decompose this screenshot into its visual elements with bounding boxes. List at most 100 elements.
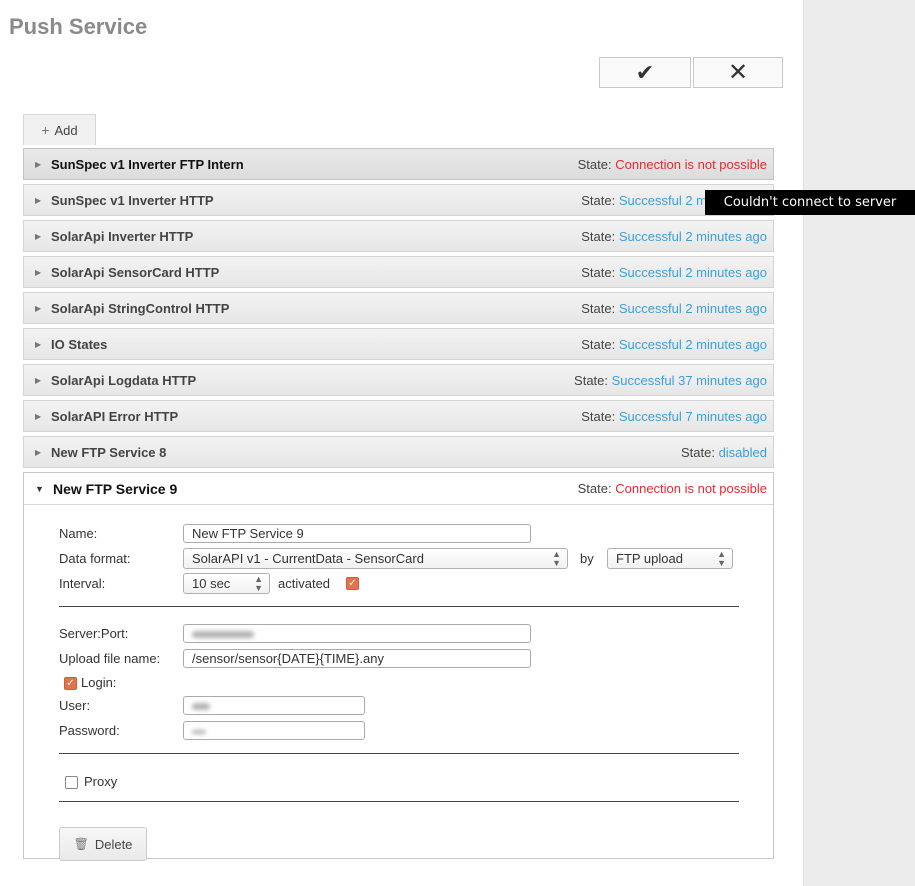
redacted-value <box>192 703 210 711</box>
expanded-service-panel: ▼ New FTP Service 9 State: Connection is… <box>23 472 774 861</box>
service-name: SunSpec v1 Inverter HTTP <box>51 192 214 208</box>
service-state: State: Successful 2 minutes ago <box>581 229 767 244</box>
add-button[interactable]: + Add <box>23 114 96 145</box>
triangle-right-icon: ▶ <box>35 231 42 241</box>
service-state: State: Successful 2 minutes ago <box>581 337 767 352</box>
state-value: Successful 7 minutes ago <box>618 408 767 424</box>
state-label: State: <box>577 156 612 172</box>
state-label: State: <box>680 444 715 460</box>
side-panel <box>803 0 915 886</box>
data-format-value: SolarAPI v1 - CurrentData - SensorCard <box>192 551 424 566</box>
user-input[interactable] <box>183 696 365 715</box>
state-value: Successful 2 minutes ago <box>618 228 767 244</box>
upload-file-name-label: Upload file name: <box>59 651 161 666</box>
service-row[interactable]: ▶ SolarApi Logdata HTTP State: Successfu… <box>23 364 774 396</box>
login-checkbox[interactable]: ✓ <box>64 677 77 690</box>
state-value: Successful 2 minutes ago <box>618 300 767 316</box>
state-value: Connection is not possible <box>615 481 767 496</box>
cancel-button[interactable]: ✕ <box>693 57 783 88</box>
service-name: New FTP Service 8 <box>51 444 167 460</box>
triangle-right-icon: ▶ <box>35 195 42 205</box>
state-label: State: <box>581 192 616 208</box>
proxy-checkbox[interactable] <box>65 776 78 789</box>
service-name: SolarApi StringControl HTTP <box>51 300 230 316</box>
data-format-label: Data format: <box>59 551 131 566</box>
divider <box>59 753 739 754</box>
state-label: State: <box>581 228 616 244</box>
state-label: State: <box>574 372 608 388</box>
state-label: State: <box>577 481 612 496</box>
state-value: Successful 37 minutes ago <box>611 372 767 388</box>
state-value: Connection is not possible <box>615 156 767 172</box>
state-label: State: <box>581 408 616 424</box>
password-label: Password: <box>59 723 120 738</box>
checkmark-icon: ✔ <box>635 59 655 85</box>
triangle-right-icon: ▶ <box>35 447 42 457</box>
interval-value: 10 sec <box>192 576 231 591</box>
service-row[interactable]: ▶ SolarAPI Error HTTP State: Successful … <box>23 400 774 432</box>
interval-label: Interval: <box>59 576 106 591</box>
page-title: Push Service <box>9 14 148 39</box>
interval-select[interactable]: 10 sec ▲ ▼ <box>183 573 270 594</box>
by-label: by <box>580 551 594 566</box>
spinner-arrows-icon: ▲ ▼ <box>254 574 263 593</box>
state-label: State: <box>581 336 616 352</box>
service-state: State: Connection is not possible <box>578 157 767 172</box>
service-name: SolarApi SensorCard HTTP <box>51 264 220 280</box>
triangle-right-icon: ▶ <box>35 159 42 169</box>
delete-button-label: Delete <box>94 836 133 852</box>
triangle-right-icon: ▶ <box>35 339 42 349</box>
divider <box>59 801 739 802</box>
service-name: SolarApi Inverter HTTP <box>51 228 194 244</box>
name-input[interactable]: New FTP Service 9 <box>183 524 531 543</box>
service-state: State: Successful 37 minutes ago <box>574 373 767 388</box>
state-value: disabled <box>718 444 767 460</box>
user-label: User: <box>59 698 91 713</box>
triangle-right-icon: ▶ <box>35 303 42 313</box>
service-state: State: Successful 2 minutes ago <box>581 265 767 280</box>
service-row[interactable]: ▶ New FTP Service 8 State: disabled <box>23 436 774 468</box>
service-row[interactable]: ▶ SolarApi StringControl HTTP State: Suc… <box>23 292 774 324</box>
confirm-button[interactable]: ✔ <box>599 57 691 88</box>
service-list: ▶ SunSpec v1 Inverter FTP Intern State: … <box>23 148 774 861</box>
service-name: New FTP Service 9 <box>53 480 178 497</box>
service-state: State: Successful 7 minutes ago <box>581 409 767 424</box>
service-name: SolarAPI Error HTTP <box>51 408 179 424</box>
redacted-value <box>192 729 206 734</box>
activated-label: activated <box>278 576 331 591</box>
server-port-input[interactable] <box>183 624 531 643</box>
delete-button[interactable]: 🗑 Delete <box>59 827 147 861</box>
service-name: SunSpec v1 Inverter FTP Intern <box>51 156 244 172</box>
password-input[interactable] <box>183 721 365 740</box>
method-value: FTP upload <box>616 551 683 566</box>
service-row[interactable]: ▶ SolarApi Inverter HTTP State: Successf… <box>23 220 774 252</box>
divider <box>59 606 739 607</box>
service-name: IO States <box>51 336 108 352</box>
service-state: State: Successful 2 minutes ago <box>581 301 767 316</box>
service-name: SolarApi Logdata HTTP <box>51 372 197 388</box>
expanded-service-header[interactable]: ▼ New FTP Service 9 State: Connection is… <box>24 473 773 505</box>
service-row[interactable]: ▶ IO States State: Successful 2 minutes … <box>23 328 774 360</box>
service-row[interactable]: ▶ SolarApi SensorCard HTTP State: Succes… <box>23 256 774 288</box>
service-row[interactable]: ▶ SunSpec v1 Inverter FTP Intern State: … <box>23 148 774 180</box>
activated-checkbox[interactable]: ✓ <box>346 577 359 590</box>
triangle-right-icon: ▶ <box>35 411 42 421</box>
proxy-label: Proxy <box>84 774 118 789</box>
state-label: State: <box>581 300 616 316</box>
error-tooltip: Couldn't connect to server <box>705 190 915 215</box>
name-label: Name: <box>59 526 98 541</box>
data-format-select[interactable]: SolarAPI v1 - CurrentData - SensorCard ▲… <box>183 548 568 569</box>
plus-icon: + <box>41 122 50 138</box>
method-select[interactable]: FTP upload ▲ ▼ <box>607 548 733 569</box>
service-state: State: disabled <box>681 445 767 460</box>
service-state: State: Connection is not possible <box>578 481 767 496</box>
triangle-down-icon: ▼ <box>35 483 44 494</box>
upload-file-name-input[interactable]: /sensor/sensor{DATE}{TIME}.any <box>183 649 531 668</box>
triangle-right-icon: ▶ <box>35 375 42 385</box>
main-panel: Push Service ✔ ✕ + Add ▶ SunSpec v1 Inve… <box>0 0 803 886</box>
service-form: Name: New FTP Service 9 Data format: Sol… <box>24 505 773 861</box>
state-label: State: <box>581 264 616 280</box>
triangle-right-icon: ▶ <box>35 267 42 277</box>
close-icon: ✕ <box>727 59 749 86</box>
service-row[interactable]: ▶ SunSpec v1 Inverter HTTP State: Succes… <box>23 184 774 216</box>
